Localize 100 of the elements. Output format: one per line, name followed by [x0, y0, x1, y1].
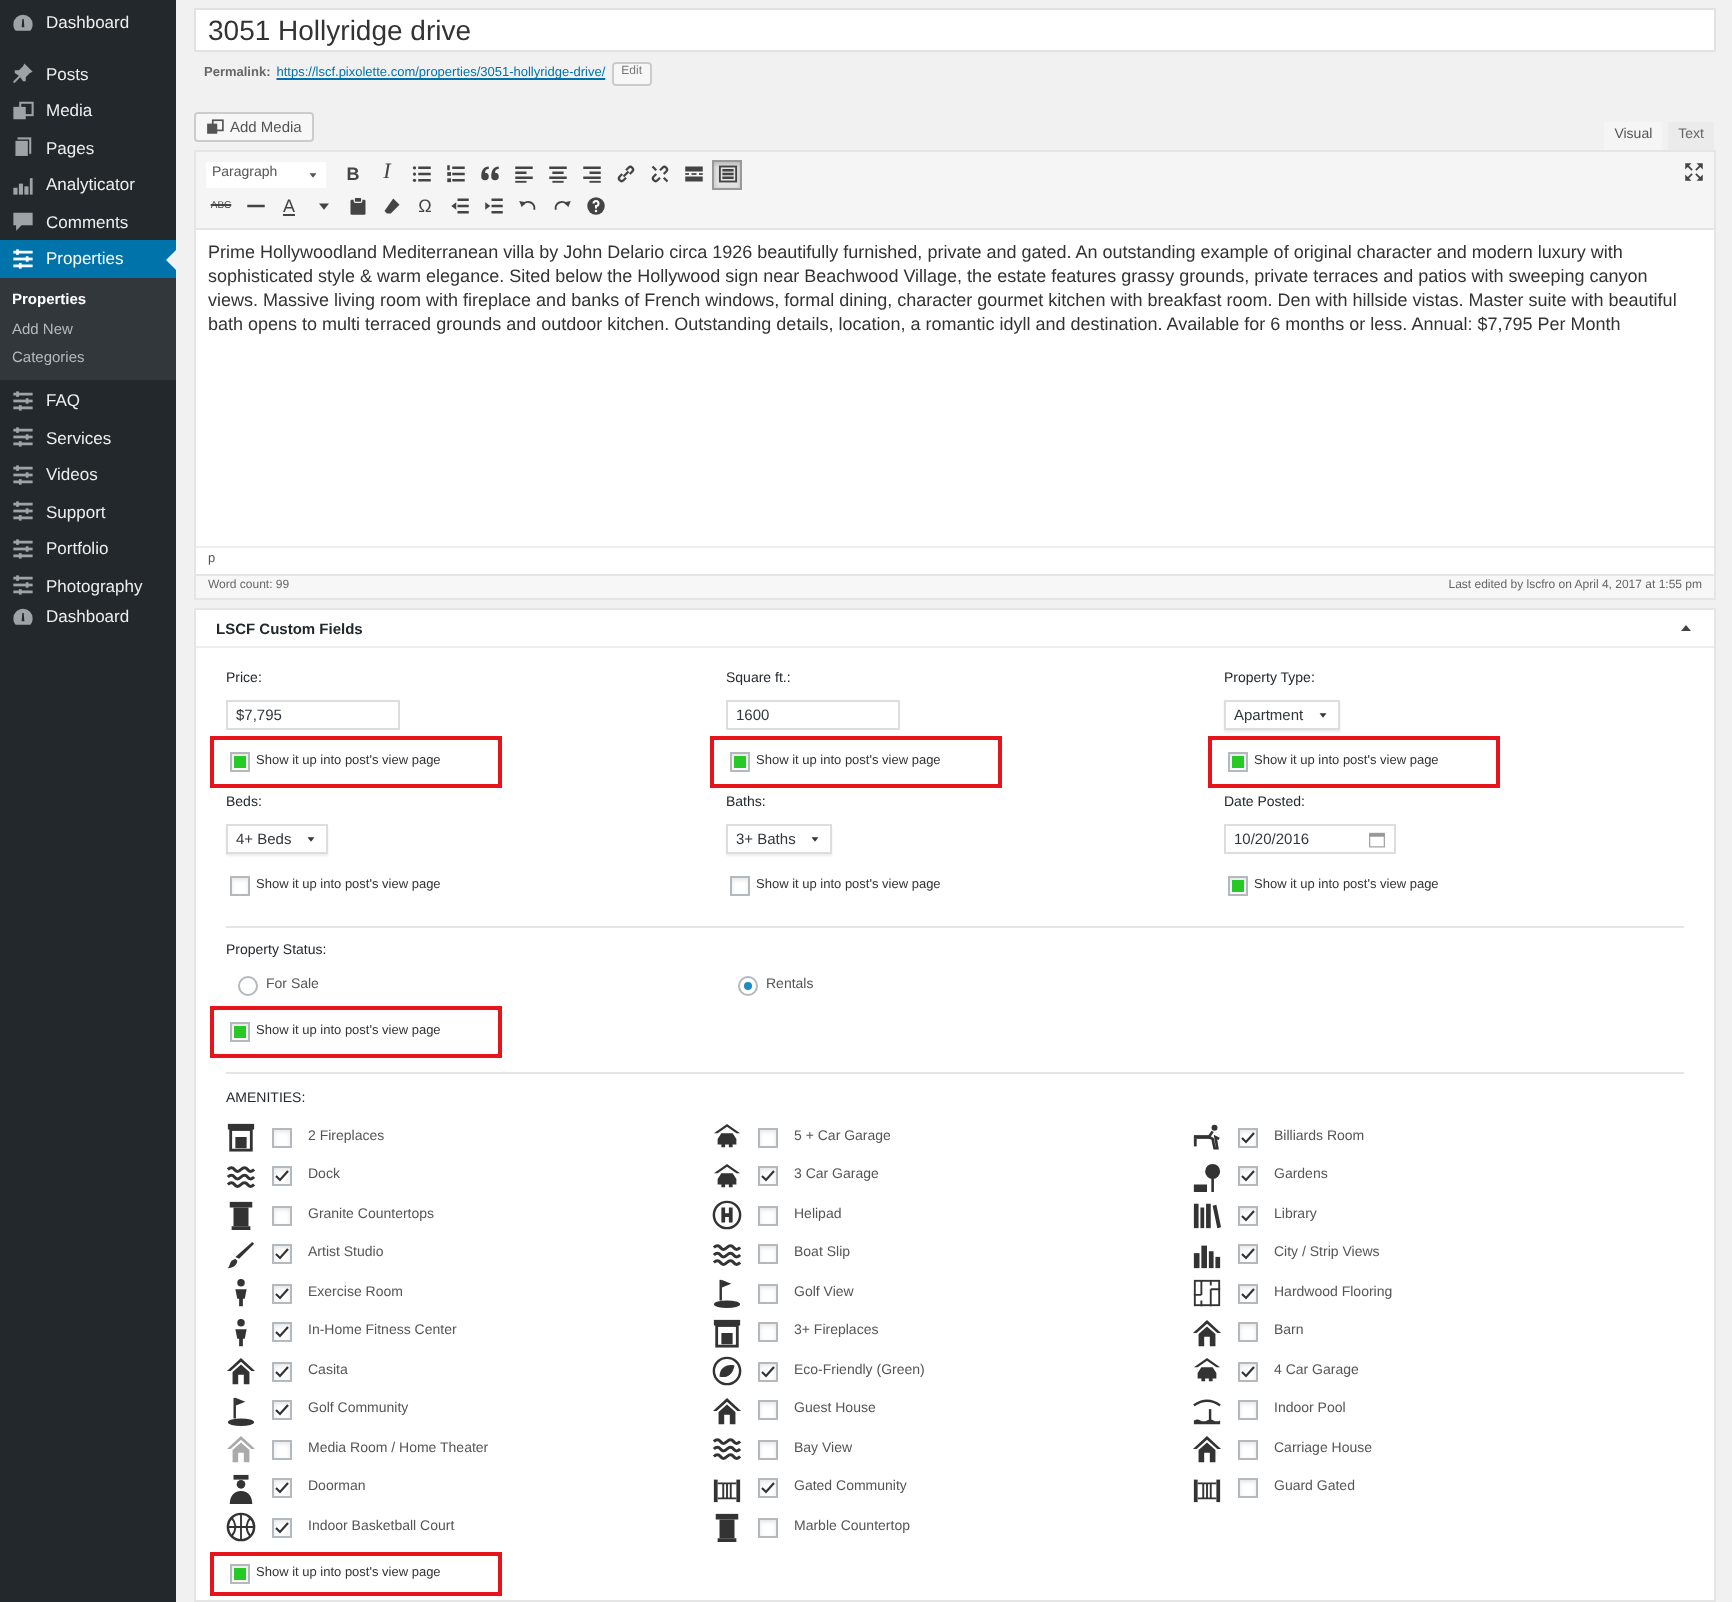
sidebar-item[interactable]: Dashboard — [0, 4, 176, 41]
undo-icon — [517, 196, 537, 216]
checkbox[interactable] — [272, 1244, 292, 1265]
floorboards-icon — [1192, 1278, 1222, 1309]
checkbox[interactable] — [758, 1478, 778, 1499]
checkbox[interactable] — [730, 876, 750, 896]
clipboard-icon — [347, 196, 367, 216]
checkbox[interactable] — [758, 1517, 778, 1538]
checkbox[interactable] — [1228, 752, 1248, 772]
sidebar-item[interactable]: Pages — [0, 129, 176, 166]
speech-bubble-icon — [12, 210, 34, 233]
checkbox[interactable] — [1238, 1283, 1258, 1304]
special-character-button[interactable]: Ω — [410, 191, 440, 221]
checkbox[interactable] — [230, 1563, 250, 1583]
sidebar-item[interactable]: Support — [0, 493, 176, 530]
sidebar-item[interactable]: Properties — [0, 240, 176, 277]
checkbox[interactable] — [1238, 1478, 1258, 1499]
checkbox[interactable] — [272, 1166, 292, 1187]
checkbox[interactable] — [758, 1400, 778, 1421]
fullscreen-icon[interactable] — [1684, 162, 1704, 182]
toolbar-toggle-button[interactable] — [712, 159, 742, 189]
text-color-button[interactable]: A — [274, 191, 304, 221]
caret-icon — [306, 167, 320, 181]
waves-icon — [712, 1239, 742, 1270]
checkbox[interactable] — [230, 1022, 250, 1042]
checkbox[interactable] — [272, 1439, 292, 1460]
checkbox[interactable] — [730, 752, 750, 772]
column-icon — [712, 1512, 742, 1543]
checkbox[interactable] — [1238, 1166, 1258, 1187]
bar-chart-icon — [12, 173, 34, 196]
checkbox[interactable] — [758, 1205, 778, 1226]
pushpin-icon — [12, 62, 34, 85]
sidebar-item[interactable]: Portfolio — [0, 530, 176, 567]
column-icon — [226, 1200, 256, 1231]
collapse-icon[interactable] — [1678, 620, 1694, 636]
checkbox[interactable] — [272, 1322, 292, 1343]
sidebar-item[interactable]: Services — [0, 419, 176, 456]
radio-button[interactable] — [238, 976, 258, 996]
sidebar-item[interactable]: Analyticator — [0, 166, 176, 203]
checkbox[interactable] — [1238, 1127, 1258, 1148]
italic-button[interactable]: I — [372, 159, 402, 189]
checkbox[interactable] — [758, 1439, 778, 1460]
checkbox[interactable] — [272, 1127, 292, 1148]
house-icon — [226, 1356, 256, 1387]
checkbox[interactable] — [758, 1166, 778, 1187]
radio-button[interactable] — [738, 976, 758, 996]
checkbox[interactable] — [272, 1478, 292, 1499]
checkbox[interactable] — [1238, 1205, 1258, 1226]
checkbox[interactable] — [1228, 876, 1248, 896]
paintbrush-icon — [226, 1239, 256, 1270]
help-icon — [585, 196, 605, 216]
house-icon — [712, 1395, 742, 1426]
checkbox[interactable] — [230, 752, 250, 772]
sidebar-item[interactable]: Media — [0, 92, 176, 129]
checkbox[interactable] — [758, 1361, 778, 1382]
checkbox[interactable] — [272, 1517, 292, 1538]
checkbox[interactable] — [758, 1127, 778, 1148]
golf-flag-icon — [712, 1278, 742, 1309]
title-field[interactable]: 3051 Hollyridge drive — [194, 8, 1716, 52]
leaf-icon — [712, 1356, 742, 1387]
checkbox[interactable] — [1238, 1322, 1258, 1343]
sliders-icon — [12, 574, 34, 597]
checkbox[interactable] — [1238, 1361, 1258, 1382]
media-icon — [206, 118, 224, 136]
read-more-icon — [683, 164, 703, 184]
toolbar-toggle-icon — [717, 164, 737, 184]
sliders-icon — [12, 426, 34, 449]
checkbox[interactable] — [758, 1244, 778, 1265]
helipad-icon — [712, 1200, 742, 1231]
checkbox[interactable] — [758, 1283, 778, 1304]
checkbox[interactable] — [272, 1400, 292, 1421]
car-garage-icon — [712, 1122, 742, 1153]
golf-flag-icon — [226, 1395, 256, 1426]
checkbox[interactable] — [230, 876, 250, 896]
checkbox[interactable] — [272, 1361, 292, 1382]
sidebar-item[interactable]: Dashboard — [0, 604, 176, 630]
books-icon — [1192, 1200, 1222, 1231]
check-icon — [1240, 1168, 1256, 1185]
caret-icon — [1315, 708, 1330, 722]
sidebar-item[interactable]: Comments — [0, 203, 176, 240]
sidebar-item[interactable]: FAQ — [0, 382, 176, 419]
sidebar-item[interactable]: Videos — [0, 456, 176, 493]
eraser-icon — [381, 196, 401, 216]
checkbox[interactable] — [272, 1205, 292, 1226]
bold-button[interactable]: B — [338, 159, 368, 189]
sidebar-item[interactable]: Photography — [0, 567, 176, 604]
sidebar-item[interactable]: Posts — [0, 55, 176, 92]
waves-icon — [226, 1161, 256, 1192]
editor-text[interactable]: Prime Hollywoodland Mediterranean villa by John Delario circa 1926 beautifully furnished, private and gated. An outstanding example of original character and modern luxury with sophisticated style & warm elegance. Sited below the Hollywood sign near Beachwood Village, the estate features grassy grounds, private terraces and patios with sweeping canyon views. Massive living room with fireplace and banks of French windows, formal dining, character gourmet kitchen with breakfast room. Den with hillside vistas. Master suite with beautiful bath opens to multi terraced grounds and outdoor kitchen. Outstanding details, location, a romantic idyll and destination. Available for 6 months or less. Annual: $7,795 Per Month — [196, 230, 1714, 546]
checkbox[interactable] — [272, 1283, 292, 1304]
checkbox[interactable] — [1238, 1244, 1258, 1265]
house-icon — [1192, 1434, 1222, 1465]
sliders-icon — [12, 389, 34, 412]
house-icon — [226, 1434, 256, 1465]
checkbox[interactable] — [758, 1322, 778, 1343]
doorman-icon — [226, 1473, 256, 1504]
sliders-icon — [12, 537, 34, 560]
checkbox[interactable] — [1238, 1400, 1258, 1421]
gauge-icon — [12, 606, 34, 628]
checkbox[interactable] — [1238, 1439, 1258, 1460]
